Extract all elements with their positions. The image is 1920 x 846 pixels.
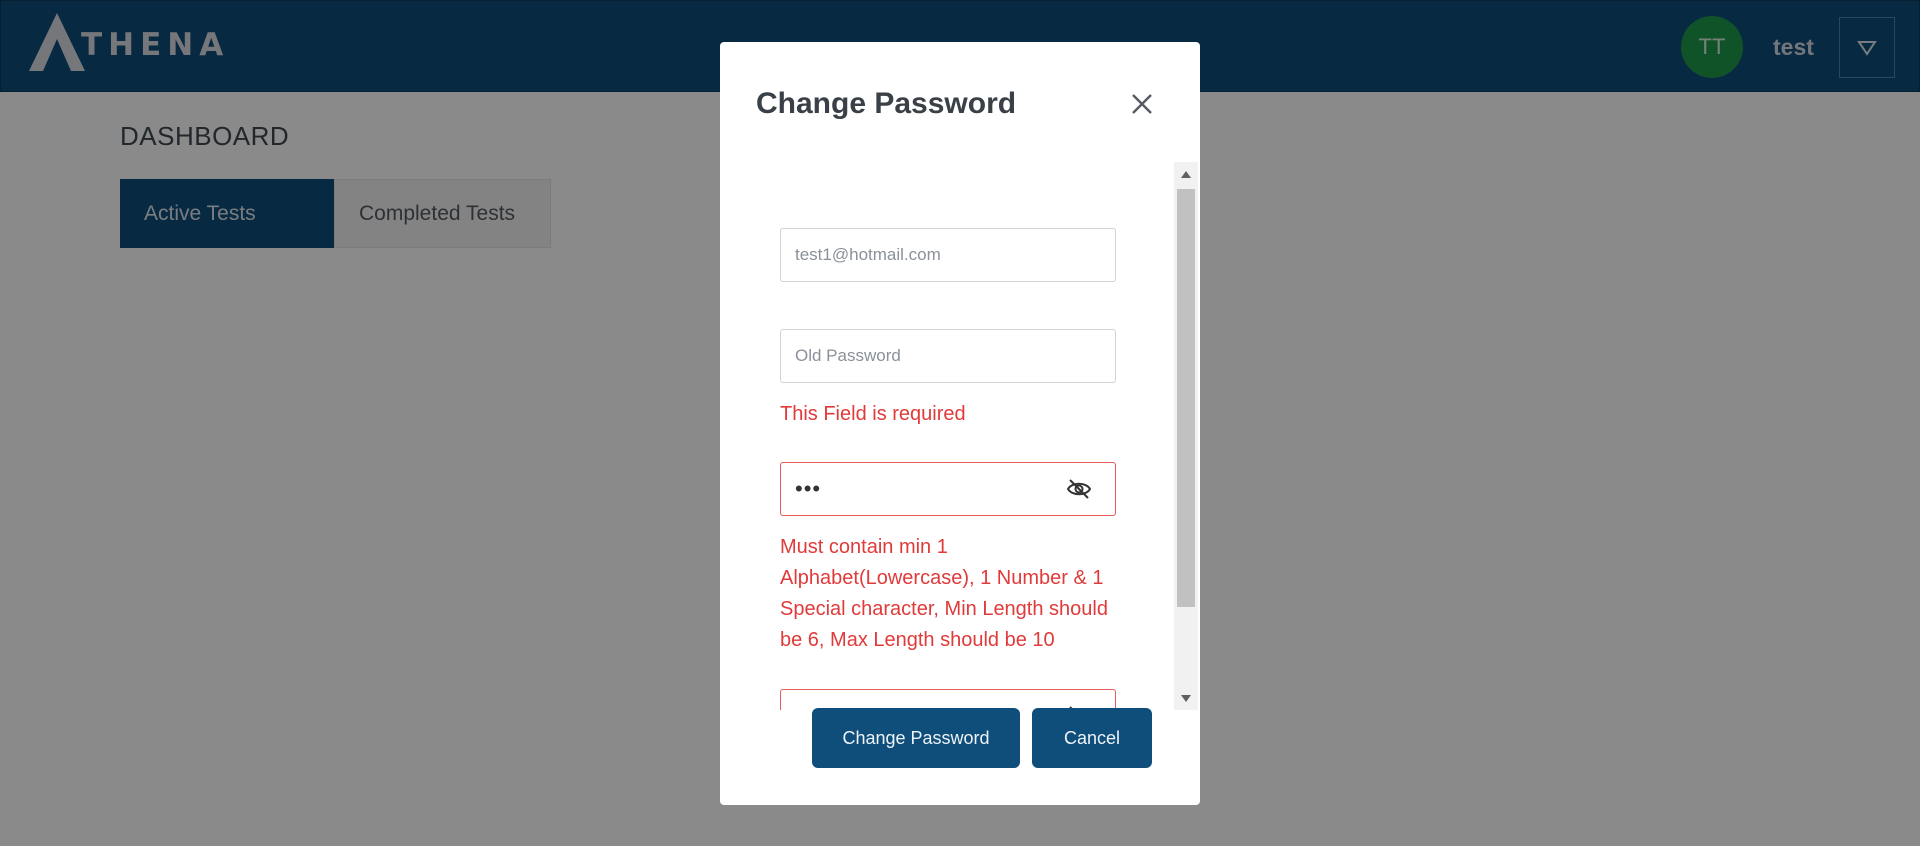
email-field[interactable]: test1@hotmail.com <box>780 228 1116 282</box>
new-password-value: ••• <box>795 476 822 501</box>
close-icon <box>1132 94 1152 114</box>
scroll-up-arrow[interactable] <box>1174 164 1198 184</box>
modal-title: Change Password <box>756 87 1017 120</box>
modal-scrollbar[interactable] <box>1174 162 1198 710</box>
old-password-field[interactable]: Old Password <box>780 329 1116 383</box>
caret-up-icon <box>1181 170 1191 178</box>
change-password-modal: Change Password test1@hotmail.com Old Pa… <box>720 42 1200 805</box>
new-password-field[interactable]: ••• <box>780 462 1116 516</box>
cancel-button[interactable]: Cancel <box>1032 708 1152 768</box>
eye-off-icon <box>1066 479 1092 499</box>
close-button[interactable] <box>1124 86 1160 122</box>
confirm-password-field[interactable]: • <box>780 689 1116 710</box>
change-password-button[interactable]: Change Password <box>812 708 1020 768</box>
toggle-visibility-button[interactable] <box>1065 475 1093 503</box>
old-password-placeholder: Old Password <box>795 346 901 365</box>
old-password-error: This Field is required <box>780 403 966 425</box>
scroll-down-arrow[interactable] <box>1174 688 1198 708</box>
scrollbar-thumb[interactable] <box>1177 189 1195 607</box>
email-placeholder: test1@hotmail.com <box>795 245 941 264</box>
new-password-error: Must contain min 1 Alphabet(Lowercase), … <box>780 536 1108 651</box>
modal-form-scroll-area[interactable]: test1@hotmail.com Old Password This Fiel… <box>720 162 1200 710</box>
caret-down-icon <box>1181 694 1191 702</box>
